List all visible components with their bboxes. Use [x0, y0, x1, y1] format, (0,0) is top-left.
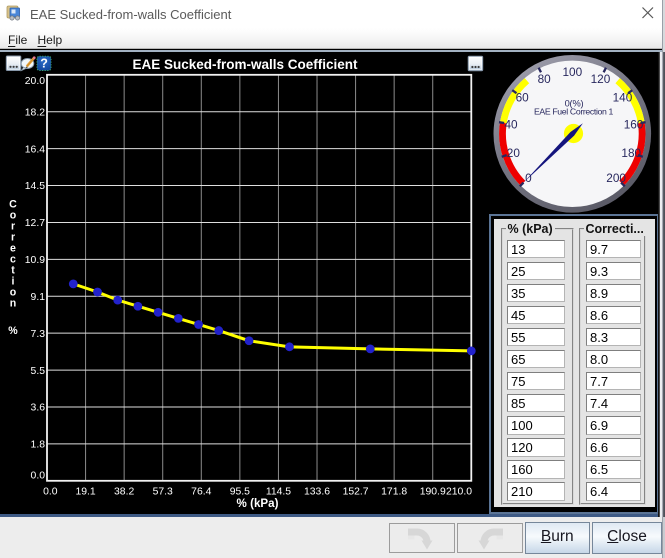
svg-text:95.5: 95.5 — [230, 487, 250, 498]
svg-text:n: n — [10, 298, 16, 310]
svg-text:190.9: 190.9 — [420, 487, 446, 498]
svg-text:180: 180 — [621, 146, 641, 160]
svg-text:133.6: 133.6 — [304, 487, 330, 498]
svg-text:0.0: 0.0 — [31, 471, 46, 482]
svg-text:0: 0 — [525, 171, 532, 185]
svg-text:38.2: 38.2 — [114, 487, 134, 498]
svg-text:60: 60 — [516, 91, 530, 105]
svg-text:152.7: 152.7 — [343, 487, 369, 498]
svg-text:% (kPa): % (kPa) — [237, 497, 279, 510]
svg-text:EAE Sucked-from-walls Coeffici: EAE Sucked-from-walls Coefficient — [132, 57, 358, 72]
svg-text:9.1: 9.1 — [31, 292, 46, 303]
svg-text:210.0: 210.0 — [446, 487, 472, 498]
svg-text:19.1: 19.1 — [75, 487, 95, 498]
svg-text:40: 40 — [504, 117, 518, 131]
svg-text:%: % — [8, 325, 18, 337]
svg-text:114.5: 114.5 — [266, 487, 291, 498]
svg-text:3.6: 3.6 — [31, 403, 46, 414]
svg-text:57.3: 57.3 — [153, 487, 173, 498]
svg-text:14.5: 14.5 — [25, 181, 45, 192]
svg-text:120: 120 — [591, 72, 611, 86]
svg-text:?: ? — [40, 57, 48, 71]
svg-text:18.2: 18.2 — [25, 107, 45, 118]
svg-text:1.8: 1.8 — [31, 440, 46, 451]
svg-text:0.0: 0.0 — [43, 487, 58, 498]
svg-text:20.0: 20.0 — [25, 76, 45, 87]
svg-text:7.3: 7.3 — [31, 329, 46, 340]
svg-text:16.4: 16.4 — [25, 144, 45, 155]
svg-text:160: 160 — [624, 117, 644, 131]
svg-text:100: 100 — [562, 65, 582, 79]
svg-text:5.5: 5.5 — [31, 366, 46, 377]
svg-text:10.9: 10.9 — [25, 255, 45, 266]
svg-text:200: 200 — [606, 171, 626, 185]
svg-text:80: 80 — [538, 72, 552, 86]
svg-text:171.8: 171.8 — [381, 487, 407, 498]
svg-text:12.7: 12.7 — [25, 218, 45, 229]
svg-text:140: 140 — [613, 91, 633, 105]
svg-text:20: 20 — [507, 146, 521, 160]
svg-text:EAE Fuel Correction 1: EAE Fuel Correction 1 — [534, 106, 614, 116]
svg-text:76.4: 76.4 — [191, 487, 211, 498]
